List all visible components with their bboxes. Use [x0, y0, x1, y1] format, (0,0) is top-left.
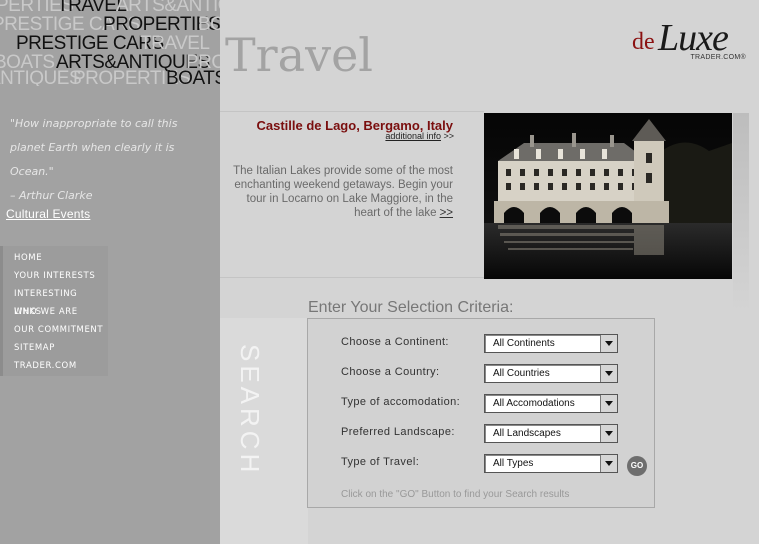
continent-row: Choose a Continent: All Continents	[341, 334, 661, 353]
search-hint: Click on the "GO" Button to find your Se…	[341, 489, 570, 500]
logo-trader: TRADER.COM®	[690, 54, 746, 61]
landscape-label: Preferred Landscape:	[341, 426, 455, 438]
deluxe-logo[interactable]: de Luxe TRADER.COM®	[628, 12, 754, 68]
sidebar-item-sitemap[interactable]: SITEMAP	[3, 339, 108, 357]
wordcloud-ghost: ANTIQUES	[0, 68, 82, 86]
divider	[220, 111, 484, 112]
sidebar-item-who-we-are[interactable]: WHO WE ARE	[3, 303, 108, 321]
search-vertical-label: SEARCH	[235, 344, 265, 477]
sidebar-item-home[interactable]: HOME	[3, 249, 108, 267]
sidebar-item-interesting-links[interactable]: INTERESTING LINKS	[3, 285, 108, 317]
feature-text: The Italian Lakes provide some of the mo…	[233, 165, 453, 219]
accommodation-label: Type of accomodation:	[341, 396, 461, 408]
sidebar-item-trader-com[interactable]: TRADER.COM	[3, 357, 108, 375]
chevron-down-icon[interactable]	[600, 335, 617, 352]
castle-photo[interactable]	[484, 113, 732, 279]
chevron-down-icon[interactable]	[600, 455, 617, 472]
accommodation-value: All Accomodations	[493, 398, 575, 409]
feature-read-more-link[interactable]: >>	[440, 207, 453, 219]
country-row: Choose a Country: All Countries	[341, 364, 661, 383]
quote-line: planet Earth when clearly it is Ocean."	[10, 141, 175, 178]
accommodation-select[interactable]: All Accomodations	[484, 394, 618, 413]
continent-label: Choose a Continent:	[341, 336, 449, 348]
quote: "How inappropriate to call this planet E…	[10, 112, 218, 208]
landscape-row: Preferred Landscape: All Landscapes	[341, 424, 661, 443]
travel-type-row: Type of Travel: All Types	[341, 454, 661, 473]
country-value: All Countries	[493, 368, 550, 379]
category-wordcloud: PERTIES TRAVEL ARTS&ANTIQUES PRESTIGE CA…	[0, 0, 220, 86]
continent-value: All Continents	[493, 338, 555, 349]
continent-select[interactable]: All Continents	[484, 334, 618, 353]
accommodation-row: Type of accomodation: All Accomodations	[341, 394, 661, 413]
travel-type-value: All Types	[493, 458, 534, 469]
additional-info-arrow[interactable]: >>	[443, 131, 454, 141]
sidebar-item-our-commitment[interactable]: OUR COMMITMENT	[3, 321, 108, 339]
additional-info-link[interactable]: additional info	[385, 131, 441, 141]
travel-type-label: Type of Travel:	[341, 456, 420, 468]
quote-author: – Arthur Clarke	[10, 189, 93, 202]
chevron-down-icon[interactable]	[600, 395, 617, 412]
wordcloud-ghost: BO	[198, 14, 220, 35]
sidebar-item-your-interests[interactable]: YOUR INTERESTS	[3, 267, 108, 285]
photo-edge-decoration	[733, 113, 749, 313]
page-title: Travel	[225, 28, 374, 82]
divider	[220, 277, 484, 278]
chevron-down-icon[interactable]	[600, 425, 617, 442]
country-label: Choose a Country:	[341, 366, 440, 378]
quote-line: "How inappropriate to call this	[10, 117, 178, 130]
additional-info: additional info >>	[385, 131, 454, 141]
wordcloud-ghost: TRAVEL	[140, 33, 210, 54]
chevron-down-icon[interactable]	[600, 365, 617, 382]
landscape-value: All Landscapes	[493, 428, 561, 439]
left-sidebar: PERTIES TRAVEL ARTS&ANTIQUES PRESTIGE CA…	[0, 0, 220, 544]
search-form: Choose a Continent: All Continents Choos…	[307, 318, 655, 508]
feature-description: The Italian Lakes provide some of the mo…	[226, 164, 453, 220]
wordcloud-ghost: ARTS&ANTIQUES	[116, 0, 220, 16]
logo-de: de	[632, 29, 655, 55]
travel-type-select[interactable]: All Types	[484, 454, 618, 473]
cultural-events-link[interactable]: Cultural Events	[6, 207, 90, 221]
search-side-panel: SEARCH	[220, 318, 308, 544]
country-select[interactable]: All Countries	[484, 364, 618, 383]
go-button[interactable]: GO	[627, 456, 647, 476]
wordcloud-boats[interactable]: BOATS	[166, 69, 220, 86]
search-title: Enter Your Selection Criteria:	[308, 299, 514, 316]
landscape-select[interactable]: All Landscapes	[484, 424, 618, 443]
sidebar-nav: HOME YOUR INTERESTS INTERESTING LINKS WH…	[0, 246, 108, 376]
castle-photo-image	[484, 113, 732, 279]
